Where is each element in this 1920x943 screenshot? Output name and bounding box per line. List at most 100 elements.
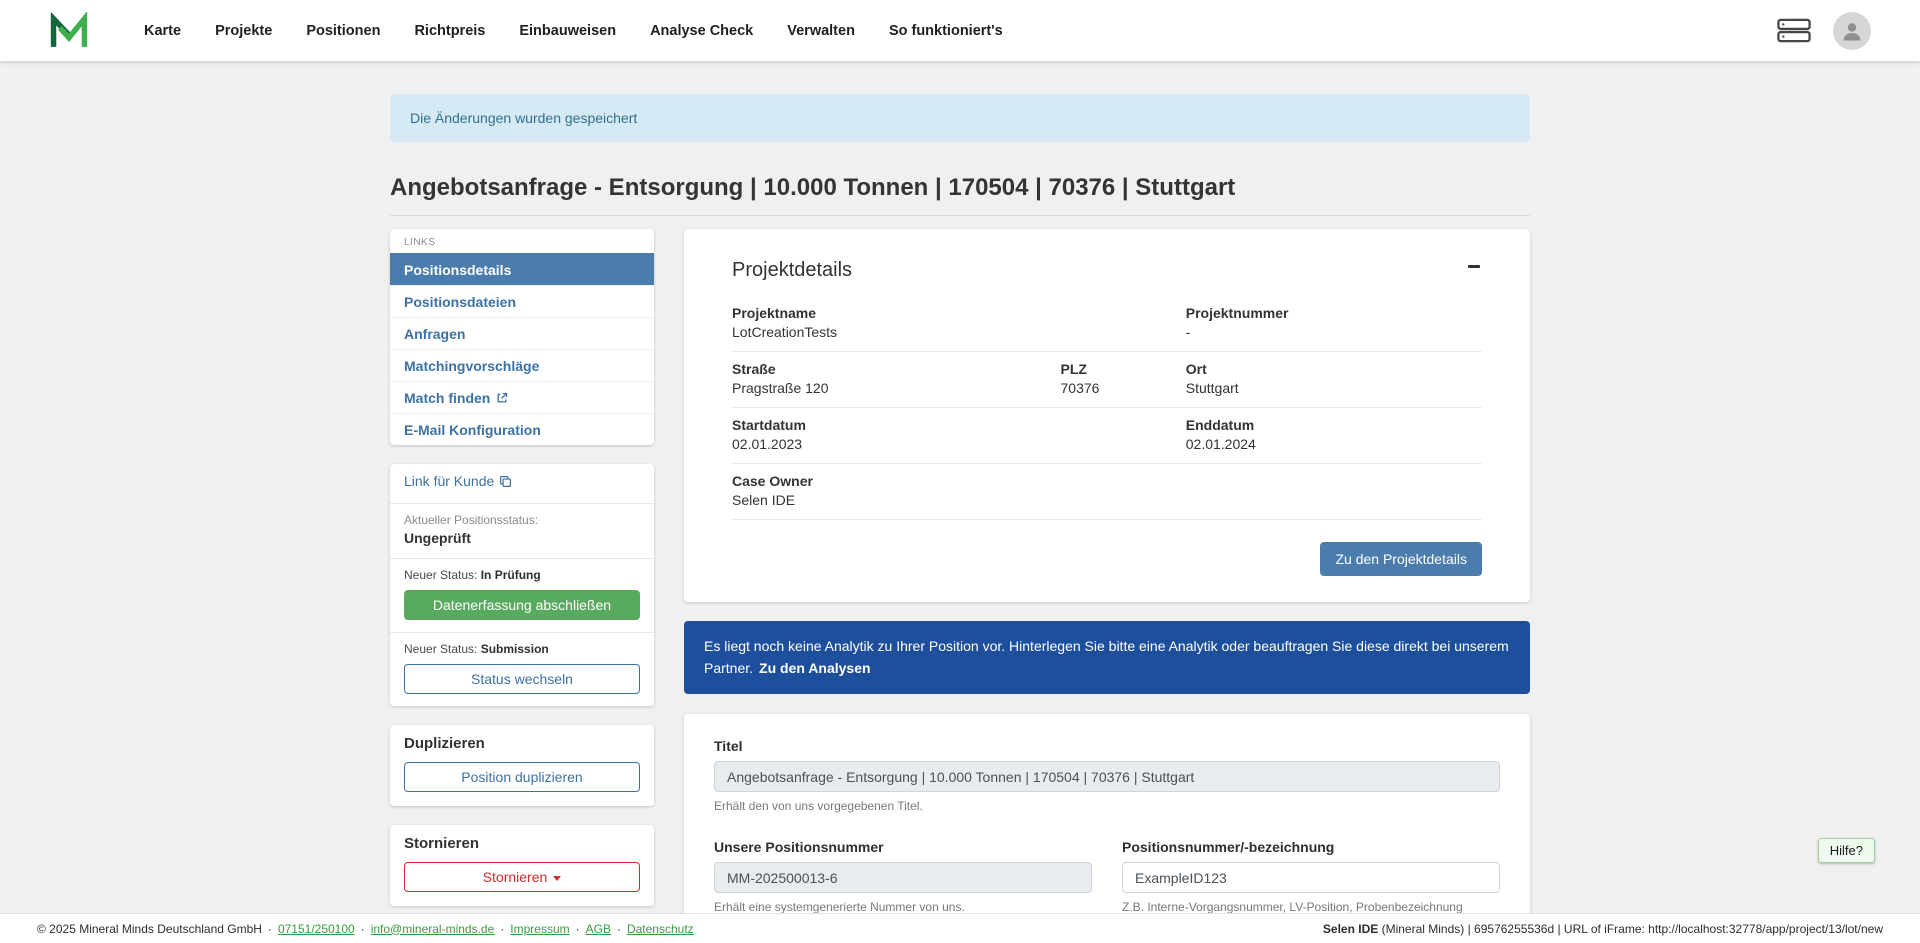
separator-dot: · xyxy=(500,922,504,936)
sidebar-item-matchingvorschlaege[interactable]: Matchingvorschläge xyxy=(390,349,654,381)
nav-item-verwalten[interactable]: Verwalten xyxy=(770,23,872,39)
duplicate-heading: Duplizieren xyxy=(404,735,640,752)
sidebar-item-anfragen[interactable]: Anfragen xyxy=(390,317,654,349)
nav-item-projekte[interactable]: Projekte xyxy=(198,23,289,39)
nav-item-positionen[interactable]: Positionen xyxy=(289,23,397,39)
footer-agb-link[interactable]: AGB xyxy=(586,922,611,936)
top-navbar: Karte Projekte Positionen Richtpreis Ein… xyxy=(0,0,1920,61)
footer-email-link[interactable]: info@mineral-minds.de xyxy=(371,922,495,936)
footer-impressum-link[interactable]: Impressum xyxy=(510,922,569,936)
strasse-value: Pragstraße 120 xyxy=(732,380,1061,396)
footer-left: © 2025 Mineral Minds Deutschland GmbH · … xyxy=(37,922,694,936)
detail-row: Case Owner Selen IDE xyxy=(732,464,1482,520)
new-status-line: Neuer Status: In Prüfung xyxy=(404,568,640,582)
sidebar-item-positionsdetails[interactable]: Positionsdetails xyxy=(390,253,654,285)
nav-item-richtpreis[interactable]: Richtpreis xyxy=(397,23,502,39)
complete-data-entry-button[interactable]: Datenerfassung abschließen xyxy=(404,590,640,620)
sidebar-item-match-finden[interactable]: Match finden xyxy=(390,381,654,413)
new-status-value: In Prüfung xyxy=(481,568,541,582)
project-details-button[interactable]: Zu den Projektdetails xyxy=(1320,542,1482,576)
case-owner-label: Case Owner xyxy=(732,473,1186,489)
nav-item-karte[interactable]: Karte xyxy=(127,23,198,39)
customer-link[interactable]: Link für Kunde xyxy=(404,473,512,489)
plz-label: PLZ xyxy=(1061,361,1186,377)
customer-link-label: Link für Kunde xyxy=(404,473,494,489)
startdatum-label: Startdatum xyxy=(732,417,1186,433)
titel-label: Titel xyxy=(714,738,1500,754)
detail-row: Startdatum 02.01.2023 Enddatum 02.01.202… xyxy=(732,408,1482,464)
ort-label: Ort xyxy=(1186,361,1482,377)
new-status-line: Neuer Status: Submission xyxy=(404,642,640,656)
external-link-icon xyxy=(496,392,508,404)
cancel-card: Stornieren Stornieren xyxy=(390,825,654,906)
nav-item-analyse-check[interactable]: Analyse Check xyxy=(633,23,770,39)
mineral-minds-logo[interactable] xyxy=(49,12,89,49)
server-rack-icon[interactable] xyxy=(1777,18,1811,43)
main-nav: Karte Projekte Positionen Richtpreis Ein… xyxy=(127,23,1020,39)
sidebar-item-email-konfiguration[interactable]: E-Mail Konfiguration xyxy=(390,413,654,445)
footer-phone-link[interactable]: 07151/250100 xyxy=(278,922,355,936)
position-form-card: Titel Erhält den von uns vorgegebenen Ti… xyxy=(684,714,1530,943)
project-details-title: Projektdetails xyxy=(732,259,852,282)
plz-value: 70376 xyxy=(1061,380,1186,396)
page-title: Angebotsanfrage - Entsorgung | 10.000 To… xyxy=(390,174,1530,216)
projektnummer-value: - xyxy=(1186,324,1482,340)
titel-input xyxy=(714,761,1500,792)
analytics-link[interactable]: Zu den Analysen xyxy=(759,660,871,676)
case-owner-value: Selen IDE xyxy=(732,492,1186,508)
startdatum-value: 02.01.2023 xyxy=(732,436,1186,452)
footer-datenschutz-link[interactable]: Datenschutz xyxy=(627,922,694,936)
user-avatar[interactable] xyxy=(1833,12,1871,50)
current-status-value: Ungeprüft xyxy=(404,530,640,546)
footer-user: Selen IDE xyxy=(1323,922,1378,936)
position-number-label: Unsere Positionsnummer xyxy=(714,839,1092,855)
detail-row: Projektname LotCreationTests Projektnumm… xyxy=(732,296,1482,352)
projektnummer-label: Projektnummer xyxy=(1186,305,1482,321)
sidebar-links-card: LINKS Positionsdetails Positionsdateien … xyxy=(390,229,654,445)
main-column: Projektdetails Projektname LotCreationTe… xyxy=(684,229,1530,943)
copyright-text: © 2025 Mineral Minds Deutschland GmbH xyxy=(37,922,262,936)
titel-help: Erhält den von uns vorgegebenen Titel. xyxy=(714,799,1500,813)
person-icon xyxy=(1840,19,1864,43)
footer-session-info: Selen IDE (Mineral Minds) | 69576255536d… xyxy=(1323,922,1883,936)
separator-dot: · xyxy=(617,922,621,936)
cancel-heading: Stornieren xyxy=(404,835,640,852)
current-status-label: Aktueller Positionsstatus: xyxy=(404,513,640,527)
copy-icon xyxy=(499,475,512,488)
help-button[interactable]: Hilfe? xyxy=(1818,838,1875,863)
nav-item-einbauweisen[interactable]: Einbauweisen xyxy=(502,23,633,39)
caret-down-icon xyxy=(553,876,561,881)
strasse-label: Straße xyxy=(732,361,1061,377)
cancel-dropdown-button[interactable]: Stornieren xyxy=(404,862,640,892)
switch-status-button[interactable]: Status wechseln xyxy=(404,664,640,694)
project-details-card: Projektdetails Projektname LotCreationTe… xyxy=(684,229,1530,602)
separator-dot: · xyxy=(576,922,580,936)
sidebar-item-label: Match finden xyxy=(404,390,490,406)
separator-dot: · xyxy=(361,922,365,936)
new-status-label: Neuer Status: xyxy=(404,568,477,582)
navbar-right xyxy=(1777,12,1871,50)
logo-icon xyxy=(49,12,89,49)
projektname-label: Projektname xyxy=(732,305,1186,321)
sidebar-item-positionsdateien[interactable]: Positionsdateien xyxy=(390,285,654,317)
minus-icon xyxy=(1468,265,1480,268)
separator-dot: · xyxy=(268,922,272,936)
projektname-value: LotCreationTests xyxy=(732,324,1186,340)
nav-item-so-funktionierts[interactable]: So funktioniert's xyxy=(872,23,1020,39)
duplicate-position-button[interactable]: Position duplizieren xyxy=(404,762,640,792)
collapse-button[interactable] xyxy=(1466,259,1482,274)
analytics-banner: Es liegt noch keine Analytik zu Ihrer Po… xyxy=(684,621,1530,694)
new-status-value: Submission xyxy=(481,642,549,656)
ort-value: Stuttgart xyxy=(1186,380,1482,396)
links-header: LINKS xyxy=(390,229,654,253)
enddatum-value: 02.01.2024 xyxy=(1186,436,1482,452)
detail-row: Straße Pragstraße 120 PLZ 70376 Ort Stut… xyxy=(732,352,1482,408)
saved-alert: Die Änderungen wurden gespeichert xyxy=(390,94,1530,142)
sidebar: LINKS Positionsdetails Positionsdateien … xyxy=(390,229,654,925)
custom-number-input[interactable] xyxy=(1122,862,1500,893)
status-card: Link für Kunde Aktueller Positionsstatus… xyxy=(390,464,654,706)
footer: © 2025 Mineral Minds Deutschland GmbH · … xyxy=(0,913,1920,943)
cancel-button-label: Stornieren xyxy=(483,869,548,885)
enddatum-label: Enddatum xyxy=(1186,417,1482,433)
footer-session-rest: (Mineral Minds) | 69576255536d | URL of … xyxy=(1378,922,1883,936)
